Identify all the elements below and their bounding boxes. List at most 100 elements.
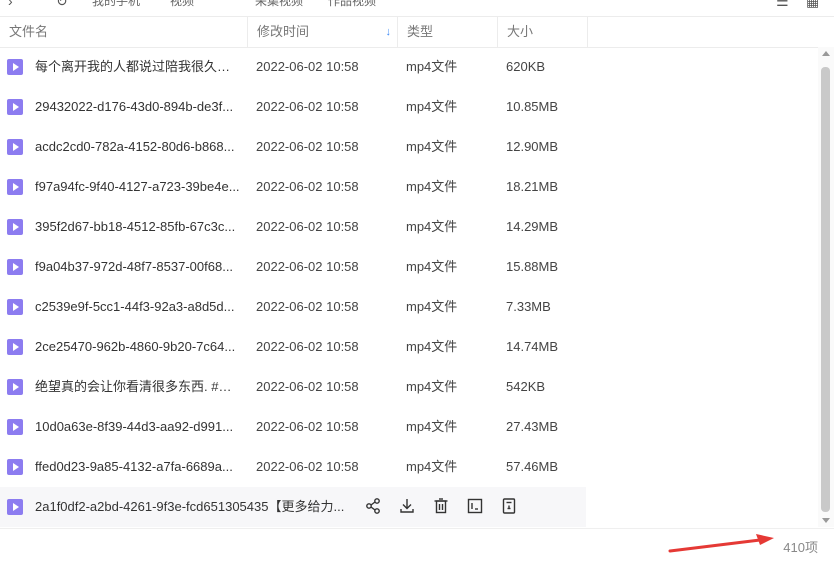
- breadcrumb-item[interactable]: 作品视频: [328, 0, 376, 9]
- grid-view-icon[interactable]: ▦: [806, 0, 820, 8]
- file-size: 18.21MB: [506, 179, 559, 194]
- sort-descending-icon: ↓: [385, 26, 392, 38]
- file-row[interactable]: 29432022-d176-43d0-894b-de3f... 2022-06-…: [0, 87, 818, 127]
- file-row[interactable]: 395f2d67-bb18-4512-85fb-67c3c... 2022-06…: [0, 207, 818, 247]
- file-type: mp4文件: [406, 59, 458, 74]
- video-file-icon: [7, 179, 23, 195]
- file-row[interactable]: 10d0a63e-8f39-44d3-aa92-d991... 2022-06-…: [0, 407, 818, 447]
- file-size: 27.43MB: [506, 419, 559, 434]
- file-row[interactable]: f97a94fc-9f40-4127-a723-39be4e... 2022-0…: [0, 167, 818, 207]
- file-type: mp4文件: [406, 339, 458, 354]
- file-date: 2022-06-02 10:58: [256, 59, 359, 74]
- video-file-icon: [7, 459, 23, 475]
- video-file-icon: [7, 219, 23, 235]
- video-file-icon: [7, 299, 23, 315]
- video-file-icon: [7, 339, 23, 355]
- file-row[interactable]: 绝望真的会让你看清很多东西. #我... 2022-06-02 10:58 mp…: [0, 367, 818, 407]
- video-file-icon: [7, 379, 23, 395]
- file-date: 2022-06-02 10:58: [256, 219, 359, 234]
- file-size: 12.90MB: [506, 139, 559, 154]
- file-name: 每个离开我的人都说过陪我很久很久...: [35, 59, 240, 74]
- breadcrumb-item[interactable]: 视频: [170, 0, 194, 9]
- file-name: 2ce25470-962b-4860-9b20-7c64...: [35, 339, 236, 354]
- file-type: mp4文件: [406, 219, 458, 234]
- file-type: mp4文件: [406, 299, 458, 314]
- file-type: mp4文件: [406, 459, 458, 474]
- file-name: 395f2d67-bb18-4512-85fb-67c3c...: [35, 219, 236, 234]
- file-row-hovered[interactable]: 2a1f0df2-a2bd-4261-9f3e-fcd651305435【更多给…: [0, 487, 586, 527]
- file-row[interactable]: acdc2cd0-782a-4152-80d6-b868... 2022-06-…: [0, 127, 818, 167]
- file-row[interactable]: 每个离开我的人都说过陪我很久很久... 2022-06-02 10:58 mp4…: [0, 47, 818, 87]
- file-name: 2a1f0df2-a2bd-4261-9f3e-fcd651305435【更多给…: [35, 499, 345, 514]
- file-size: 10.85MB: [506, 99, 559, 114]
- file-name: 29432022-d176-43d0-894b-de3f...: [35, 99, 234, 114]
- download-icon[interactable]: [398, 497, 418, 517]
- file-type: mp4文件: [406, 419, 458, 434]
- file-size: 542KB: [506, 379, 546, 394]
- column-header-modified[interactable]: 修改时间 ↓: [248, 17, 398, 47]
- scroll-down-arrow-icon[interactable]: [822, 518, 830, 523]
- file-type: mp4文件: [406, 379, 458, 394]
- column-header-size[interactable]: 大小: [498, 17, 588, 47]
- forward-icon[interactable]: ›: [8, 0, 22, 8]
- video-file-icon: [7, 259, 23, 275]
- file-type: mp4文件: [406, 139, 458, 154]
- scroll-up-arrow-icon[interactable]: [822, 51, 830, 56]
- video-file-icon: [7, 499, 23, 515]
- rename-icon[interactable]: [466, 497, 486, 517]
- file-name: ffed0d23-9a85-4132-a7fa-6689a...: [35, 459, 233, 474]
- breadcrumb-item[interactable]: 我的手机: [92, 0, 140, 9]
- column-header-row: 文件名 修改时间 ↓ 类型 大小: [0, 16, 834, 48]
- file-name: 绝望真的会让你看清很多东西. #我...: [35, 379, 240, 394]
- file-name: c2539e9f-5cc1-44f3-92a3-a8d5d...: [35, 299, 235, 314]
- file-size: 57.46MB: [506, 459, 559, 474]
- file-row[interactable]: ffed0d23-9a85-4132-a7fa-6689a... 2022-06…: [0, 447, 818, 487]
- file-name: f9a04b37-972d-48f7-8537-00f68...: [35, 259, 234, 274]
- column-header-name[interactable]: 文件名: [0, 17, 248, 47]
- file-date: 2022-06-02 10:58: [256, 459, 359, 474]
- annotation-arrow-icon: [668, 534, 774, 553]
- vertical-scrollbar[interactable]: [818, 47, 834, 527]
- video-file-icon: [7, 99, 23, 115]
- file-size: 620KB: [506, 59, 546, 74]
- column-header-type-label: 类型: [407, 24, 434, 39]
- file-row[interactable]: f9a04b37-972d-48f7-8537-00f68... 2022-06…: [0, 247, 818, 287]
- file-date: 2022-06-02 10:58: [256, 99, 359, 114]
- sort-menu-icon[interactable]: ☰: [776, 0, 790, 8]
- column-header-size-label: 大小: [507, 24, 534, 39]
- file-name: acdc2cd0-782a-4152-80d6-b868...: [35, 139, 235, 154]
- video-file-icon: [7, 59, 23, 75]
- file-date: 2022-06-02 10:58: [256, 179, 359, 194]
- file-date: 2022-06-02 10:58: [256, 379, 359, 394]
- file-name: f97a94fc-9f40-4127-a723-39be4e...: [35, 179, 240, 194]
- file-date: 2022-06-02 10:58: [256, 259, 359, 274]
- file-row[interactable]: 2ce25470-962b-4860-9b20-7c64... 2022-06-…: [0, 327, 818, 367]
- details-icon[interactable]: [500, 497, 520, 517]
- column-header-type[interactable]: 类型: [398, 17, 498, 47]
- file-row[interactable]: c2539e9f-5cc1-44f3-92a3-a8d5d... 2022-06…: [0, 287, 818, 327]
- share-icon[interactable]: [364, 497, 384, 517]
- file-date: 2022-06-02 10:58: [256, 139, 359, 154]
- refresh-icon[interactable]: ↻: [56, 0, 70, 8]
- file-list: 每个离开我的人都说过陪我很久很久... 2022-06-02 10:58 mp4…: [0, 47, 818, 527]
- delete-icon[interactable]: [432, 497, 452, 517]
- column-header-modified-label: 修改时间: [257, 24, 310, 39]
- file-date: 2022-06-02 10:58: [256, 419, 359, 434]
- top-toolbar: › ↻ 我的手机 视频 采集视频 作品视频 ☰ ▦: [0, 0, 834, 10]
- breadcrumb-item[interactable]: 采集视频: [255, 0, 303, 9]
- file-size: 14.29MB: [506, 219, 559, 234]
- file-size: 14.74MB: [506, 339, 559, 354]
- file-date: 2022-06-02 10:58: [256, 299, 359, 314]
- file-name: 10d0a63e-8f39-44d3-aa92-d991...: [35, 419, 234, 434]
- file-type: mp4文件: [406, 99, 458, 114]
- column-header-name-label: 文件名: [9, 24, 49, 39]
- file-size: 7.33MB: [506, 299, 551, 314]
- file-size: 15.88MB: [506, 259, 559, 274]
- file-date: 2022-06-02 10:58: [256, 339, 359, 354]
- file-type: mp4文件: [406, 179, 458, 194]
- scrollbar-thumb[interactable]: [821, 67, 830, 512]
- item-count: 410项: [783, 540, 818, 555]
- video-file-icon: [7, 419, 23, 435]
- file-type: mp4文件: [406, 259, 458, 274]
- video-file-icon: [7, 139, 23, 155]
